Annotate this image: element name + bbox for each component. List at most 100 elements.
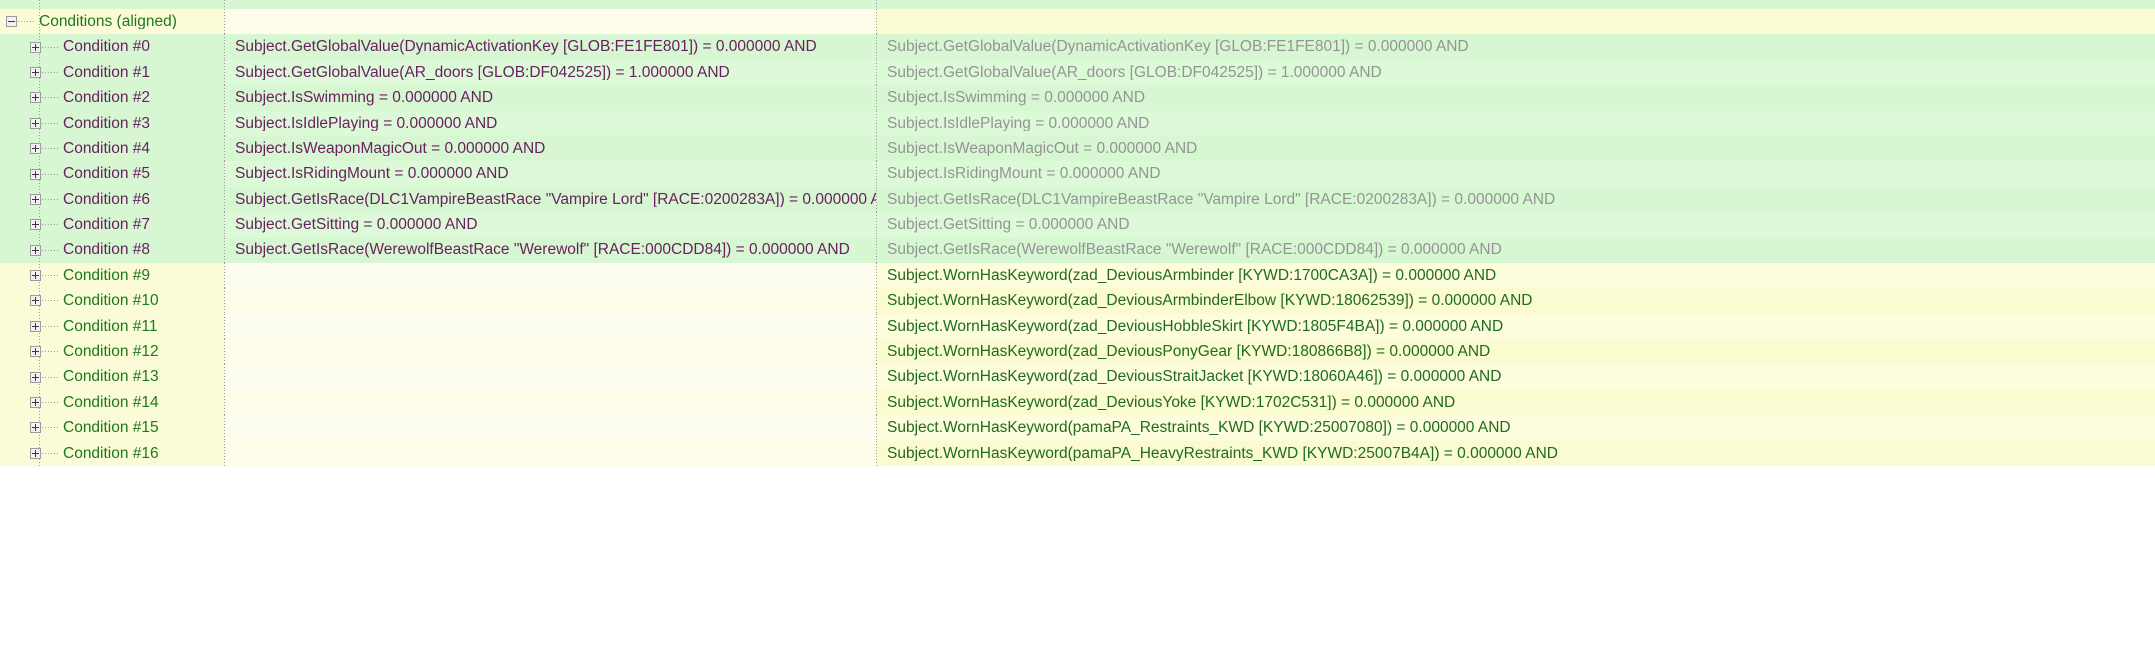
expand-toggle-condition[interactable] (30, 320, 41, 332)
group-label-cell: Conditions (aligned) (0, 9, 224, 34)
condition-middle-text: Subject.GetIsRace(WerewolfBeastRace "Wer… (235, 242, 850, 258)
condition-row[interactable]: Condition #15 Subject.WornHasKeyword(pama… (0, 415, 2155, 441)
condition-row[interactable]: Condition #3 Subject.IsIdlePlaying = 0.00… (0, 110, 2155, 136)
tree-connector (42, 46, 59, 48)
tree-connector (42, 351, 59, 353)
condition-middle-cell (224, 364, 876, 390)
condition-middle-cell (224, 440, 876, 467)
expand-toggle-condition[interactable] (30, 168, 41, 180)
condition-right-cell: Subject.WornHasKeyword(zad_DeviousArmbin… (876, 288, 2155, 314)
tree-connector (42, 275, 59, 277)
condition-middle-text: Subject.IsSwimming = 0.000000 AND (235, 90, 494, 106)
clipped-row-label (0, 0, 224, 9)
condition-label-cell: Condition #12 (0, 339, 224, 364)
condition-row[interactable]: Condition #6 Subject.GetIsRace(DLC1Vampir… (0, 186, 2155, 213)
conditions-tree: Conditions (aligned) Condition #0 Subject.… (0, 0, 2155, 467)
condition-label-cell: Condition #2 (0, 85, 224, 110)
condition-middle-text: Subject.IsWeaponMagicOut = 0.000000 AND (235, 140, 546, 157)
tree-connector (42, 71, 59, 73)
condition-middle-cell: Subject.IsSwimming = 0.000000 AND (224, 85, 876, 111)
condition-row[interactable]: Condition #11 Subject.WornHasKeyword(zad_… (0, 313, 2155, 340)
condition-label-cell: Condition #0 (0, 34, 224, 59)
condition-right-cell: Subject.WornHasKeyword(zad_DeviousStrait… (876, 364, 2155, 390)
tree-connector (42, 224, 59, 226)
condition-middle-text: Subject.GetSitting = 0.000000 AND (235, 217, 478, 233)
condition-row[interactable]: Condition #16 Subject.WornHasKeyword(pama… (0, 440, 2155, 467)
condition-row[interactable]: Condition #2 Subject.IsSwimming = 0.00000… (0, 85, 2155, 111)
condition-label-cell: Condition #9 (0, 263, 224, 288)
collapse-toggle-conditions[interactable] (6, 16, 17, 28)
condition-row[interactable]: Condition #12 Subject.WornHasKeyword(zad_… (0, 339, 2155, 365)
condition-right-text: Subject.WornHasKeyword(pamaPA_HeavyRestr… (887, 445, 1558, 462)
expand-toggle-condition[interactable] (30, 66, 41, 78)
expand-toggle-condition[interactable] (30, 193, 41, 205)
condition-row[interactable]: Condition #4 Subject.IsWeaponMagicOut = 0… (0, 135, 2155, 162)
condition-right-text: Subject.WornHasKeyword(zad_DeviousStrait… (887, 369, 1502, 385)
condition-row[interactable]: Condition #13 Subject.WornHasKeyword(zad_… (0, 364, 2155, 390)
condition-right-text: Subject.WornHasKeyword(zad_DeviousPonyGe… (887, 344, 1491, 360)
expand-toggle-condition[interactable] (30, 41, 41, 53)
condition-right-cell: Subject.GetGlobalValue(AR_doors [GLOB:DF… (876, 59, 2155, 86)
condition-right-text: Subject.WornHasKeyword(zad_DeviousArmbin… (887, 267, 1497, 284)
condition-row[interactable]: Condition #14 Subject.WornHasKeyword(zad_… (0, 389, 2155, 416)
condition-middle-cell: Subject.IsIdlePlaying = 0.000000 AND (224, 110, 876, 136)
group-row-conditions[interactable]: Conditions (aligned) (0, 9, 2155, 35)
expand-toggle-condition[interactable] (30, 295, 41, 307)
expand-toggle-condition[interactable] (30, 92, 41, 104)
condition-middle-cell (224, 415, 876, 441)
condition-right-text: Subject.WornHasKeyword(zad_DeviousHobble… (887, 318, 1504, 335)
expand-toggle-condition[interactable] (30, 397, 41, 409)
condition-row[interactable]: Condition #10 Subject.WornHasKeyword(zad_… (0, 288, 2155, 314)
clipped-row-right (876, 0, 2155, 9)
condition-label-text: Condition #9 (63, 267, 151, 284)
condition-row[interactable]: Condition #8 Subject.GetIsRace(WerewolfBe… (0, 237, 2155, 263)
tree-connector (42, 97, 59, 99)
tree-connector (42, 300, 59, 302)
condition-middle-text: Subject.IsRidingMount = 0.000000 AND (235, 166, 509, 182)
condition-label-text: Condition #3 (63, 115, 151, 131)
condition-row[interactable]: Condition #1 Subject.GetGlobalValue(AR_do… (0, 59, 2155, 86)
condition-label-text: Condition #16 (63, 445, 159, 462)
condition-row[interactable]: Condition #5 Subject.IsRidingMount = 0.00… (0, 161, 2155, 187)
tree-connector (42, 122, 59, 124)
condition-right-cell: Subject.GetIsRace(DLC1VampireBeastRace "… (876, 186, 2155, 213)
condition-right-cell: Subject.WornHasKeyword(pamaPA_HeavyRestr… (876, 440, 2155, 467)
condition-row[interactable]: Condition #9 Subject.WornHasKeyword(zad_D… (0, 262, 2155, 289)
tree-connector (42, 427, 59, 429)
condition-label-cell: Condition #3 (0, 111, 224, 136)
expand-toggle-condition[interactable] (30, 422, 41, 434)
expand-toggle-condition[interactable] (30, 447, 41, 459)
condition-row[interactable]: Condition #7 Subject.GetSitting = 0.00000… (0, 212, 2155, 238)
condition-label-cell: Condition #5 (0, 161, 224, 186)
expand-toggle-condition[interactable] (30, 346, 41, 358)
condition-middle-cell: Subject.IsWeaponMagicOut = 0.000000 AND (224, 135, 876, 162)
expand-toggle-condition[interactable] (30, 143, 41, 155)
condition-right-text: Subject.GetIsRace(DLC1VampireBeastRace "… (887, 191, 1556, 208)
expand-toggle-condition[interactable] (30, 371, 41, 383)
condition-right-cell: Subject.WornHasKeyword(pamaPA_Restraints… (876, 415, 2155, 441)
condition-middle-cell: Subject.GetSitting = 0.000000 AND (224, 212, 876, 238)
expand-toggle-condition[interactable] (30, 117, 41, 129)
expand-toggle-condition[interactable] (30, 270, 41, 282)
condition-right-text: Subject.GetIsRace(WerewolfBeastRace "Wer… (887, 242, 1502, 258)
condition-label-text: Condition #8 (63, 242, 151, 258)
group-middle-cell (224, 9, 876, 35)
tree-connector (42, 325, 59, 327)
condition-row[interactable]: Condition #0 Subject.GetGlobalValue(Dynam… (0, 34, 2155, 60)
expand-toggle-condition[interactable] (30, 244, 41, 256)
condition-right-cell: Subject.WornHasKeyword(zad_DeviousArmbin… (876, 262, 2155, 289)
condition-middle-cell: Subject.GetGlobalValue(DynamicActivation… (224, 34, 876, 60)
tree-connector (42, 173, 59, 175)
condition-middle-text: Subject.IsIdlePlaying = 0.000000 AND (235, 115, 498, 131)
condition-right-cell: Subject.WornHasKeyword(zad_DeviousYoke [… (876, 389, 2155, 416)
tree-connector (18, 21, 35, 23)
condition-label-text: Condition #14 (63, 394, 159, 411)
condition-right-cell: Subject.IsRidingMount = 0.000000 AND (876, 161, 2155, 187)
condition-middle-text: Subject.GetGlobalValue(DynamicActivation… (235, 39, 817, 55)
condition-label-cell: Condition #13 (0, 364, 224, 389)
condition-right-cell: Subject.GetSitting = 0.000000 AND (876, 212, 2155, 238)
condition-right-text: Subject.GetSitting = 0.000000 AND (887, 217, 1130, 233)
expand-toggle-condition[interactable] (30, 219, 41, 231)
condition-right-text: Subject.GetGlobalValue(DynamicActivation… (887, 39, 1469, 55)
condition-label-cell: Condition #10 (0, 288, 224, 313)
